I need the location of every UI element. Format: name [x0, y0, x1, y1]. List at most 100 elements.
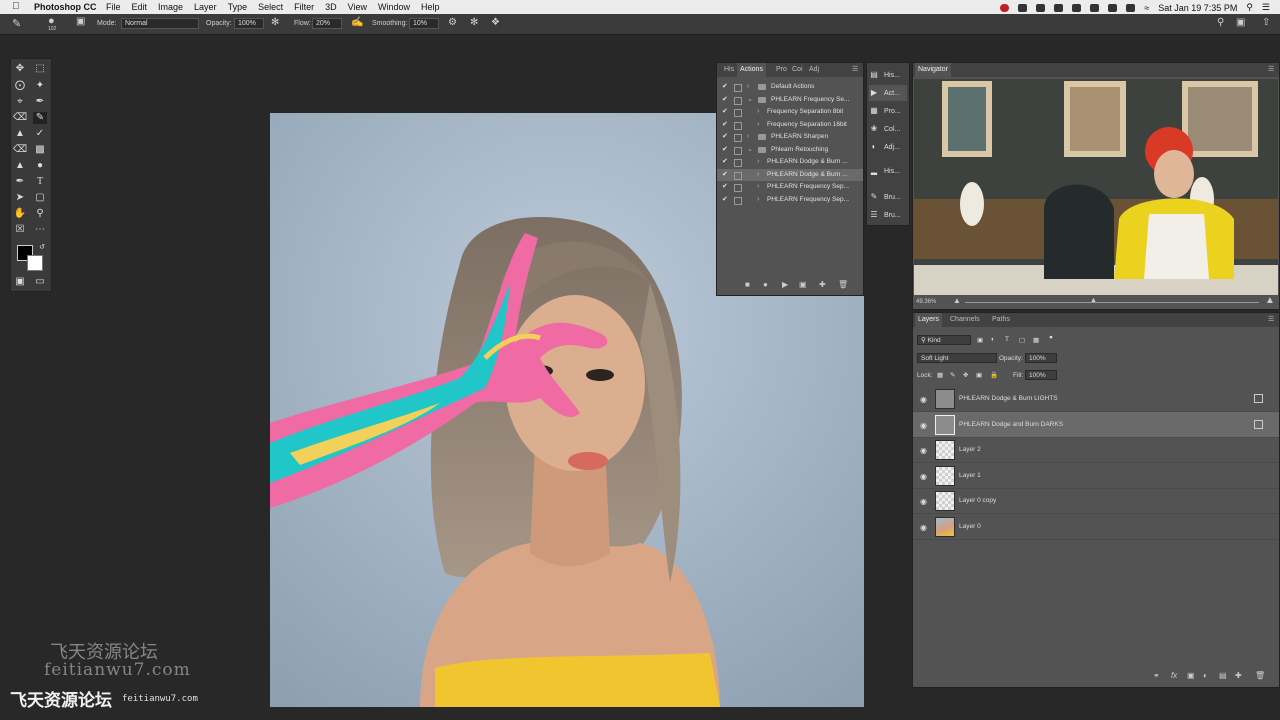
layer-row[interactable]: ◉ Layer 0 copy	[913, 488, 1279, 514]
layer-row[interactable]: ◉ Layer 1	[913, 463, 1279, 489]
link-layers-icon[interactable]: ⚭	[1153, 671, 1160, 680]
hand-tool-icon[interactable]: ✋	[13, 208, 27, 220]
action-row[interactable]: ✔ › Frequency Separation 8bit	[717, 106, 863, 119]
dock-history[interactable]: ▤ His...	[869, 67, 907, 83]
menu-file[interactable]: File	[106, 2, 121, 12]
zoom-in-icon[interactable]: ▲	[1265, 295, 1275, 306]
pressure-opacity-icon[interactable]: ✻	[271, 17, 279, 28]
layer-name[interactable]: Layer 0	[959, 523, 981, 530]
new-action-icon[interactable]: ✚	[819, 280, 826, 289]
layer-name[interactable]: PHLEARN Dodge & Burn LIGHTS	[959, 395, 1058, 402]
record-icon[interactable]	[1000, 3, 1010, 12]
dialog-toggle-icon[interactable]	[734, 184, 742, 192]
tab-actions[interactable]: Actions	[737, 63, 766, 77]
panel-menu-icon[interactable]: ☰	[849, 63, 861, 77]
dock-adjustments[interactable]: ◐ Adj...	[869, 139, 907, 155]
trash-icon[interactable]: 🗑	[838, 280, 848, 289]
more-tools-icon[interactable]: ⋯	[33, 224, 47, 236]
toggle-check-icon[interactable]: ✔	[722, 94, 728, 107]
visibility-eye-icon[interactable]: ◉	[920, 421, 927, 430]
history-brush-icon[interactable]: ✓	[33, 128, 47, 140]
chevron-right-icon[interactable]: ›	[757, 169, 759, 182]
layer-row[interactable]: ◉ Layer 2	[913, 437, 1279, 463]
lock-artboard-icon[interactable]: ▣	[976, 371, 982, 379]
action-set-row[interactable]: ✔ › PHLEARN Sharpen	[717, 131, 863, 144]
action-set-row[interactable]: ✔ › Default Actions	[717, 81, 863, 94]
panel-menu-icon[interactable]: ☰	[1265, 63, 1277, 77]
filter-toggle-icon[interactable]: ●	[1049, 334, 1053, 341]
filter-adjustment-icon[interactable]: ◐	[991, 336, 995, 343]
grid-icon[interactable]	[1072, 3, 1082, 12]
toggle-check-icon[interactable]: ✔	[722, 156, 728, 169]
spotlight-icon[interactable]: ⚲	[1246, 2, 1253, 13]
lock-image-icon[interactable]: ✎	[950, 371, 955, 379]
menu-layer[interactable]: Layer	[194, 2, 217, 12]
marquee-tool-icon[interactable]: ⬚	[33, 63, 47, 75]
mode-select[interactable]: Normal	[121, 18, 199, 29]
toggle-check-icon[interactable]: ✔	[722, 81, 728, 94]
tab-channels[interactable]: Channels	[947, 313, 983, 327]
tab-paths[interactable]: Paths	[989, 313, 1013, 327]
opacity-field[interactable]: 100%	[1025, 353, 1057, 363]
dropbox-icon[interactable]	[1018, 3, 1028, 12]
visibility-eye-icon[interactable]: ◉	[920, 472, 927, 481]
smoothing-field[interactable]: 10%	[409, 18, 439, 29]
lock-position-icon[interactable]: ✥	[963, 371, 968, 379]
blur-tool-icon[interactable]: ▲	[13, 160, 27, 172]
menu-select[interactable]: Select	[258, 2, 283, 12]
smoothing-options-icon[interactable]: ⚙	[448, 17, 457, 28]
new-set-icon[interactable]: ▣	[799, 280, 807, 289]
chevron-right-icon[interactable]: ›	[757, 156, 759, 169]
action-row[interactable]: ✔ › PHLEARN Dodge & Burn ...	[717, 168, 863, 182]
layer-row[interactable]: ◉ PHLEARN Dodge and Burn DARKS	[913, 411, 1279, 438]
chevron-right-icon[interactable]: ›	[757, 194, 759, 207]
toggle-check-icon[interactable]: ✔	[722, 144, 728, 157]
zoom-slider[interactable]	[965, 302, 1259, 303]
app-menu[interactable]: Photoshop CC	[34, 2, 97, 12]
creative-cloud-icon[interactable]	[1036, 3, 1046, 12]
play-icon[interactable]: ▶	[782, 280, 788, 289]
dialog-toggle-icon[interactable]	[734, 196, 742, 205]
brush-tool-icon[interactable]: ✎	[12, 17, 21, 30]
toggle-check-icon[interactable]: ✔	[722, 131, 728, 144]
visibility-eye-icon[interactable]: ◉	[920, 395, 927, 404]
dialog-toggle-icon[interactable]	[734, 84, 742, 92]
pen-tool-icon[interactable]: ✒	[13, 176, 27, 188]
dock-color[interactable]: ❀ Col...	[869, 121, 907, 137]
path-selection-icon[interactable]: ➤	[13, 192, 27, 204]
chevron-right-icon[interactable]: ›	[757, 106, 759, 119]
search-icon[interactable]: ⚲	[1217, 17, 1224, 28]
move-tool-icon[interactable]: ✥	[13, 63, 27, 75]
frame-tool-icon[interactable]: ☒	[13, 224, 27, 236]
menu-view[interactable]: View	[348, 2, 367, 12]
navigator-preview[interactable]	[914, 79, 1278, 295]
filter-smart-object-icon[interactable]: ▩	[1033, 336, 1039, 344]
background-color-swatch[interactable]	[27, 255, 43, 271]
zoom-out-icon[interactable]: ▲	[953, 296, 961, 305]
crop-tool-icon[interactable]: ⌖	[13, 96, 27, 108]
menu-filter[interactable]: Filter	[294, 2, 314, 12]
toggle-check-icon[interactable]: ✔	[722, 181, 728, 194]
dock-histogram[interactable]: ▂ His...	[869, 163, 907, 179]
toggle-check-icon[interactable]: ✔	[722, 194, 728, 207]
tab-adjustments[interactable]: Adj	[806, 63, 822, 77]
flow-field[interactable]: 20%	[312, 18, 342, 29]
cloud-icon[interactable]	[1054, 3, 1064, 12]
brush-tool-icon[interactable]: ✎	[33, 112, 47, 124]
menu-help[interactable]: Help	[421, 2, 440, 12]
lock-all-icon[interactable]: 🔒	[990, 371, 998, 379]
layer-row[interactable]: ◉ Layer 0	[913, 514, 1279, 540]
panel-menu-icon[interactable]: ☰	[1265, 313, 1277, 327]
zoom-value[interactable]: 49.36%	[916, 299, 936, 305]
lock-transparent-icon[interactable]: ▦	[937, 371, 943, 379]
visibility-eye-icon[interactable]: ◉	[920, 523, 927, 532]
healing-brush-icon[interactable]: ⌫	[13, 112, 27, 124]
stamp-tool-icon[interactable]: ▲	[13, 128, 27, 140]
adjustment-layer-icon[interactable]: ◐	[1203, 671, 1208, 680]
action-row[interactable]: ✔ › PHLEARN Dodge & Burn ...	[717, 156, 863, 169]
chevron-right-icon[interactable]: ›	[747, 81, 749, 94]
visibility-eye-icon[interactable]: ◉	[920, 446, 927, 455]
notification-center-icon[interactable]: ☰	[1262, 2, 1270, 13]
dialog-toggle-icon[interactable]	[734, 159, 742, 167]
dialog-toggle-icon[interactable]	[734, 96, 742, 105]
